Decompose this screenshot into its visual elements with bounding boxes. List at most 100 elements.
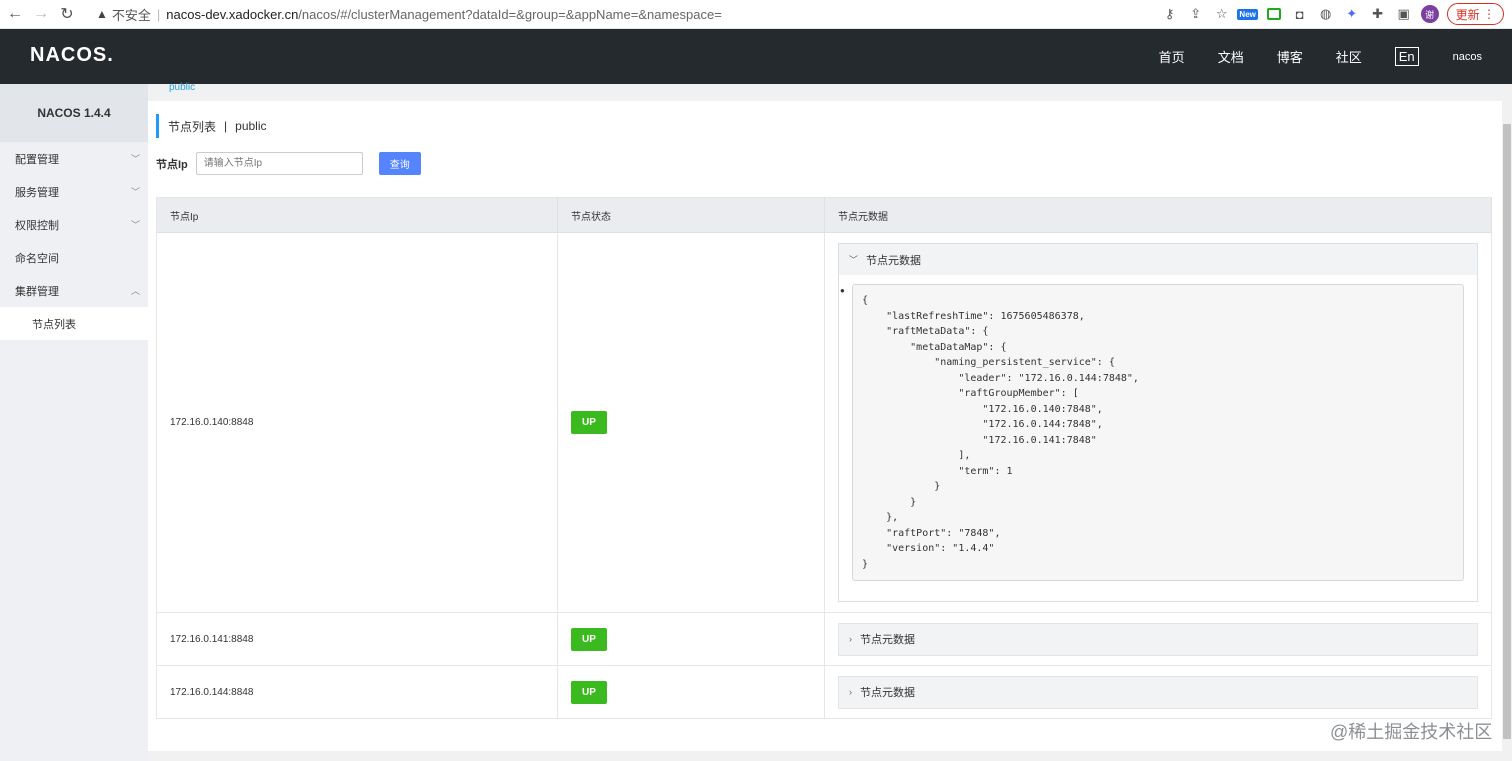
metadata-json: { "lastRefreshTime": 1675605486378, "raf… <box>852 284 1464 581</box>
watermark: @稀土掘金技术社区 <box>1330 722 1493 742</box>
nav-blog[interactable]: 博客 <box>1277 47 1303 66</box>
page-title: 节点列表 | public <box>156 114 267 138</box>
status-badge: UP <box>571 680 607 704</box>
metadata-collapse-header[interactable]: › 节点元数据 <box>839 623 1477 655</box>
warning-triangle-icon: ▲ <box>96 7 108 21</box>
column-header-status: 节点状态 <box>557 197 825 233</box>
nav-home[interactable]: 首页 <box>1159 47 1185 66</box>
url-path: /nacos/#/clusterManagement?dataId=&group… <box>298 6 722 22</box>
chevron-right-icon: › <box>849 634 852 644</box>
node-ip-cell: 172.16.0.140:8848 <box>156 232 558 613</box>
profile-avatar[interactable]: 谢 <box>1420 5 1439 23</box>
more-icon: ⋮ <box>1483 7 1495 21</box>
tv-extension-icon[interactable] <box>1265 5 1283 23</box>
node-ip-label: 节点Ip <box>156 158 188 171</box>
node-metadata-cell: › 节点元数据 <box>824 665 1492 719</box>
scrollbar-thumb[interactable] <box>1503 124 1511 739</box>
address-separator: | <box>156 6 161 22</box>
reload-icon[interactable]: ↻ <box>56 3 78 25</box>
column-header-ip: 节点Ip <box>156 197 558 233</box>
table-row: 172.16.0.140:8848 UP ﹀ 节点元数据 ● { "lastRe… <box>156 232 1492 613</box>
bullet-dot: ● <box>840 286 845 295</box>
horizontal-scrollbar[interactable] <box>148 751 1502 761</box>
metadata-collapse: › 节点元数据 <box>838 622 1478 656</box>
chevron-right-icon: › <box>849 687 852 697</box>
nacos-logo[interactable]: NACOS. <box>30 44 114 67</box>
back-arrow-icon[interactable]: ← <box>4 3 26 25</box>
sidebar-item-label: 集群管理 <box>15 285 59 298</box>
status-badge: UP <box>571 627 607 651</box>
filter-bar: 节点Ip 查询 <box>156 152 421 175</box>
chevron-up-icon: ︿ <box>130 286 140 296</box>
sidebar-subitem-node-list[interactable]: 节点列表 <box>0 307 148 340</box>
namespace-bar: public <box>148 83 1502 101</box>
insecure-label: 不安全 <box>111 7 151 23</box>
camera-icon[interactable]: ◘ <box>1291 5 1309 23</box>
key-icon[interactable]: ⚷ <box>1161 5 1179 23</box>
chevron-down-icon: ﹀ <box>849 255 859 265</box>
sidebar-title: NACOS 1.4.4 <box>0 84 148 142</box>
nav-community[interactable]: 社区 <box>1336 47 1362 66</box>
metadata-collapse-label: 节点元数据 <box>866 254 922 267</box>
metadata-collapse: › 节点元数据 <box>838 675 1478 709</box>
bird-extension-icon[interactable]: ✦ <box>1343 5 1361 23</box>
node-ip-cell: 172.16.0.144:8848 <box>156 665 558 719</box>
sidebar-item-label: 配置管理 <box>15 153 59 166</box>
translate-extension-icon[interactable]: ◍ <box>1317 5 1335 23</box>
search-button[interactable]: 查询 <box>378 152 421 175</box>
chevron-down-icon: ﹀ <box>130 154 140 164</box>
sidebar-item-namespace[interactable]: 命名空间 <box>0 241 148 274</box>
sidebar-item-config[interactable]: 配置管理 ﹀ <box>0 142 148 175</box>
sidebar-item-label: 权限控制 <box>15 219 59 232</box>
node-ip-input[interactable] <box>195 152 363 175</box>
star-icon[interactable]: ☆ <box>1213 5 1231 23</box>
metadata-collapse-body: ● { "lastRefreshTime": 1675605486378, "r… <box>839 275 1477 601</box>
node-metadata-cell: ﹀ 节点元数据 ● { "lastRefreshTime": 167560548… <box>824 232 1492 613</box>
sidebar-item-label: 服务管理 <box>15 186 59 199</box>
table-header-row: 节点Ip 节点状态 节点元数据 <box>156 197 1492 233</box>
metadata-collapse-label: 节点元数据 <box>860 634 915 646</box>
node-status-cell: UP <box>557 612 825 666</box>
top-navbar: NACOS. 首页 文档 博客 社区 En nacos <box>0 29 1512 84</box>
puzzle-icon[interactable]: ✚ <box>1369 5 1387 23</box>
top-nav-links: 首页 文档 博客 社区 En nacos <box>1126 29 1482 84</box>
metadata-collapse-header[interactable]: › 节点元数据 <box>839 676 1477 708</box>
page-title-text: 节点列表 <box>168 119 217 134</box>
browser-toolbar: ← → ↻ ▲ 不安全 | nacos-dev.xadocker.cn/naco… <box>0 0 1512 29</box>
sidebar-item-cluster[interactable]: 集群管理 ︿ <box>0 274 148 307</box>
sidebar-item-label: 命名空间 <box>15 252 59 265</box>
namespace-link[interactable]: public <box>169 83 195 93</box>
sidebar-item-service[interactable]: 服务管理 ﹀ <box>0 175 148 208</box>
nav-docs[interactable]: 文档 <box>1218 47 1244 66</box>
sidebar-item-auth[interactable]: 权限控制 ﹀ <box>0 208 148 241</box>
url-host: nacos-dev.xadocker.cn <box>166 6 299 22</box>
main-content: public 节点列表 | public 节点Ip 查询 节点Ip 节点状态 节… <box>148 83 1502 761</box>
sidebar: NACOS 1.4.4 配置管理 ﹀ 服务管理 ﹀ 权限控制 ﹀ 命名空间 集群… <box>0 84 148 761</box>
table-row: 172.16.0.141:8848 UP › 节点元数据 <box>156 612 1492 666</box>
metadata-collapse-header[interactable]: ﹀ 节点元数据 <box>839 244 1477 275</box>
status-badge: UP <box>571 411 607 434</box>
metadata-collapse-label: 节点元数据 <box>860 687 915 699</box>
node-status-cell: UP <box>557 665 825 719</box>
node-status-cell: UP <box>557 232 825 613</box>
page-namespace: public <box>235 119 267 133</box>
update-button[interactable]: 更新 ⋮ <box>1446 3 1504 25</box>
node-metadata-cell: › 节点元数据 <box>824 612 1492 666</box>
share-icon[interactable]: ⇪ <box>1187 5 1205 23</box>
chevron-down-icon: ﹀ <box>130 220 140 230</box>
chevron-down-icon: ﹀ <box>130 187 140 197</box>
user-menu[interactable]: nacos <box>1453 51 1482 63</box>
node-ip-cell: 172.16.0.141:8848 <box>156 612 558 666</box>
address-bar[interactable]: ▲ 不安全 | nacos-dev.xadocker.cn/nacos/#/cl… <box>88 3 1148 25</box>
forward-arrow-icon[interactable]: → <box>30 3 52 25</box>
title-separator: | <box>224 119 228 133</box>
language-toggle[interactable]: En <box>1394 47 1419 66</box>
metadata-collapse: ﹀ 节点元数据 ● { "lastRefreshTime": 167560548… <box>838 243 1478 602</box>
vertical-scrollbar[interactable] <box>1502 84 1512 761</box>
sidepanel-icon[interactable]: ▣ <box>1395 5 1413 23</box>
node-table: 节点Ip 节点状态 节点元数据 172.16.0.140:8848 UP ﹀ 节… <box>156 197 1492 719</box>
new-extension-icon[interactable]: New <box>1237 5 1258 23</box>
browser-actions: ⚷ ⇪ ☆ New ◘ ◍ ✦ ✚ ▣ 谢 更新 ⋮ <box>1161 3 1504 25</box>
column-header-metadata: 节点元数据 <box>824 197 1492 233</box>
table-row: 172.16.0.144:8848 UP › 节点元数据 <box>156 665 1492 719</box>
